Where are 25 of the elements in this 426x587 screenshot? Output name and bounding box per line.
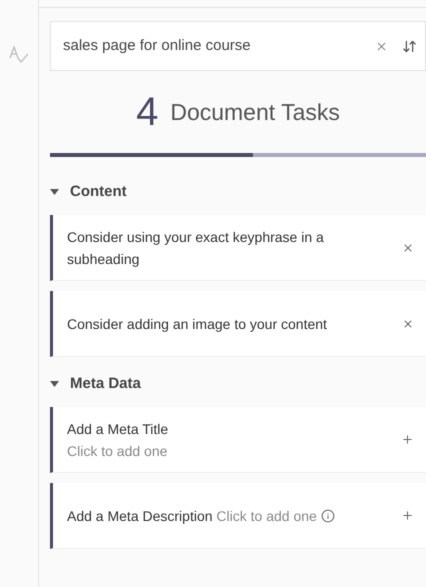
swap-icon[interactable] xyxy=(402,38,417,54)
task-text: Consider using your exact keyphrase in a subheading xyxy=(67,228,324,266)
caret-icon xyxy=(50,189,59,195)
task-card[interactable]: Consider using your exact keyphrase in a subheading xyxy=(50,215,426,281)
task-card[interactable]: Add a Meta Description Click to add one xyxy=(50,483,426,549)
section-header[interactable]: Content xyxy=(50,179,426,205)
spellcheck-icon[interactable] xyxy=(9,46,29,64)
search-bar[interactable]: sales page for online course xyxy=(50,21,426,71)
search-input[interactable]: sales page for online course xyxy=(63,34,375,58)
section-header[interactable]: Meta Data xyxy=(50,371,426,397)
task-hint: Click to add one xyxy=(67,442,168,460)
task-text: Add a Meta Description Click to add one xyxy=(67,504,337,526)
task-count: 4 xyxy=(136,92,158,132)
task-card[interactable]: Consider adding an image to your content xyxy=(50,291,426,357)
plus-icon[interactable] xyxy=(401,433,414,446)
plus-icon[interactable] xyxy=(401,509,414,522)
task-card[interactable]: Add a Meta Title Click to add one xyxy=(50,407,426,473)
info-icon[interactable] xyxy=(320,508,335,522)
close-icon[interactable] xyxy=(402,242,414,254)
close-icon[interactable] xyxy=(402,318,414,330)
task-title: Add a Meta Title xyxy=(67,420,170,438)
caret-icon xyxy=(50,381,59,387)
task-text: Consider adding an image to your content xyxy=(67,316,327,332)
summary-title: Document Tasks xyxy=(170,98,340,127)
clear-icon[interactable] xyxy=(375,40,388,52)
